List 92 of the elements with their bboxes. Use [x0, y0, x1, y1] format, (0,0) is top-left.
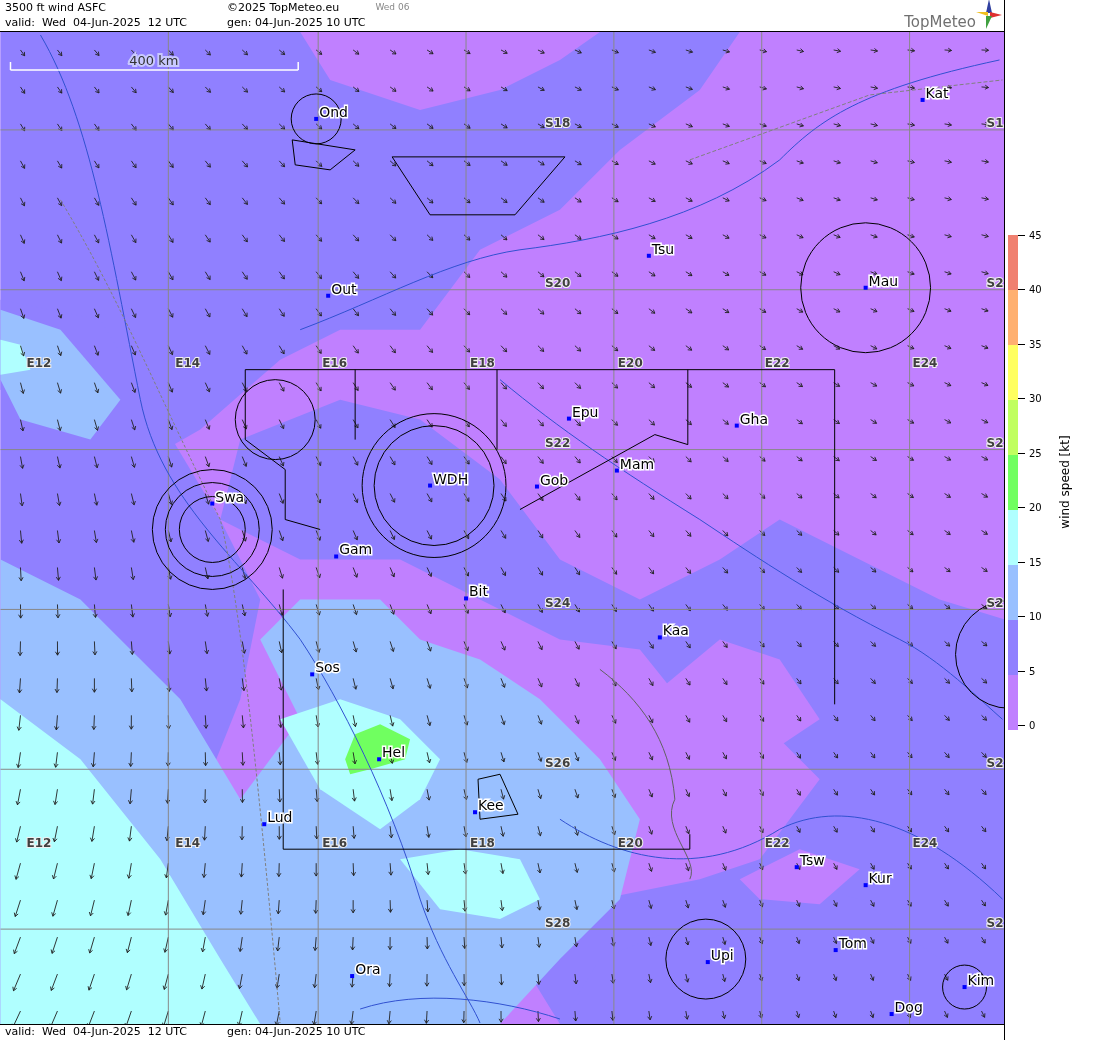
scale-label: 400 km: [129, 52, 179, 68]
logo-text: TopMeteo: [904, 13, 976, 31]
latitude-label: S20: [544, 275, 571, 290]
place-marker-icon: [962, 985, 967, 990]
longitude-label: E12: [26, 836, 52, 851]
place-label: Ora: [355, 961, 381, 978]
latitude-label: S22: [544, 435, 571, 450]
place-label: Kim: [967, 972, 995, 989]
longitude-label: E24: [912, 355, 938, 370]
latitude-label: S18: [544, 115, 571, 130]
place-marker-icon: [863, 285, 868, 290]
place-label: Mau: [868, 272, 899, 289]
place-marker-icon: [920, 97, 925, 102]
longitude-label: E22: [764, 355, 790, 370]
legend-tick-label: 20: [1029, 504, 1042, 513]
place-label: Tsu: [651, 240, 675, 257]
legend-tick-label: 15: [1029, 558, 1042, 567]
generated-time: gen: 04-Jun-2025 10 UTC: [227, 1025, 366, 1040]
longitude-label: E14: [175, 836, 201, 851]
legend-tick-label: 35: [1029, 340, 1042, 349]
valid-time: valid: Wed 04-Jun-2025 12 UTC: [5, 1025, 189, 1040]
place-marker-icon: [646, 253, 651, 258]
place-label: Gam: [339, 541, 373, 558]
place-label: Sos: [315, 659, 340, 676]
place-marker-icon: [314, 116, 319, 121]
place-marker-icon: [614, 468, 619, 473]
latitude-label: S28: [544, 916, 571, 931]
place-marker-icon: [794, 865, 799, 870]
legend-tick-label: 30: [1029, 395, 1042, 404]
latitude-label: S1: [986, 115, 1004, 130]
copyright-text: ©2025 TopMeteo.eu: [227, 0, 340, 15]
place-label: Kaa: [662, 622, 689, 639]
longitude-label: E20: [617, 836, 643, 851]
place-marker-icon: [566, 416, 571, 421]
place-marker-icon: [657, 635, 662, 640]
legend-tick-label: 5: [1029, 667, 1036, 676]
longitude-label: E18: [470, 836, 495, 851]
place-marker-icon: [326, 293, 331, 298]
place-label: Tom: [838, 935, 867, 952]
longitude-label: E24: [912, 836, 938, 851]
legend-tick-label: 25: [1029, 449, 1042, 458]
place-label: Swa: [215, 488, 245, 505]
generated-time: gen: 04-Jun-2025 10 UTC: [227, 15, 366, 30]
compass-star-icon: [976, 0, 1002, 29]
place-marker-icon: [863, 883, 868, 888]
place-label: Kat: [925, 84, 949, 101]
longitude-label: E20: [617, 355, 643, 370]
place-label: Out: [331, 280, 357, 297]
place-label: Epu: [571, 403, 599, 420]
latitude-label: S2: [986, 275, 1004, 290]
place-label: Upi: [710, 947, 734, 964]
valid-time: valid: Wed 04-Jun-2025 12 UTC: [5, 15, 188, 30]
longitude-label: E12: [26, 355, 52, 370]
latitude-label: S2: [986, 756, 1004, 771]
place-label: Tsw: [799, 852, 825, 869]
legend-tick-label: 10: [1029, 613, 1042, 622]
longitude-label: E16: [322, 355, 347, 370]
longitude-label: E18: [470, 355, 495, 370]
legend-tick-label: 0: [1029, 722, 1036, 731]
latitude-label: S26: [544, 756, 571, 771]
place-marker-icon: [428, 483, 433, 488]
map-title: 3500 ft wind ASFC: [5, 0, 106, 15]
legend-title: wind speed [kt]: [1057, 435, 1072, 529]
place-label: Mam: [619, 455, 655, 472]
place-marker-icon: [534, 484, 539, 489]
place-label: Dog: [894, 999, 923, 1016]
place-marker-icon: [473, 810, 478, 815]
latitude-label: S24: [544, 596, 571, 611]
latitude-label: S2: [986, 435, 1004, 450]
place-marker-icon: [889, 1012, 894, 1016]
place-label: Bit: [469, 583, 488, 600]
longitude-label: E22: [764, 836, 790, 851]
place-marker-icon: [262, 822, 267, 827]
day-label: Wed 06: [374, 1, 410, 14]
place-marker-icon: [310, 672, 315, 677]
place-marker-icon: [833, 948, 838, 953]
place-marker-icon: [210, 501, 215, 506]
place-label: Gob: [539, 471, 569, 488]
place-marker-icon: [464, 596, 469, 601]
longitude-label: E16: [322, 836, 347, 851]
place-label: WDH: [433, 470, 469, 487]
latitude-label: S2: [986, 916, 1004, 931]
longitude-label: E14: [175, 355, 201, 370]
place-label: Gha: [739, 410, 768, 427]
place-marker-icon: [377, 757, 382, 762]
place-label: Hel: [382, 744, 406, 761]
place-marker-icon: [734, 423, 739, 428]
place-label: Kur: [868, 870, 892, 887]
legend-tick-label: 40: [1029, 286, 1042, 295]
place-marker-icon: [705, 960, 710, 965]
legend-tick-label: 45: [1029, 232, 1042, 240]
place-marker-icon: [350, 974, 355, 979]
